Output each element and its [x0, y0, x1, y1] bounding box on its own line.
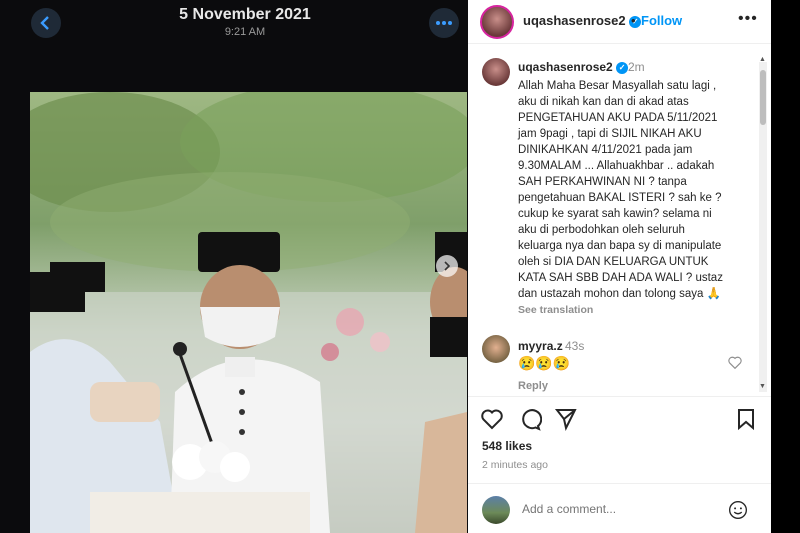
viewer-date: 5 November 2021 [179, 6, 311, 23]
caption-time: 2m [628, 60, 645, 74]
heart-icon[interactable] [480, 407, 504, 431]
posted-time: 2 minutes ago [482, 459, 548, 471]
post-actions [468, 396, 771, 440]
viewer-time: 9:21 AM [224, 26, 266, 38]
comments-list: uqashasenrose2 ✓ 2m Allah Maha Besar Mas… [468, 50, 771, 393]
author-avatar[interactable] [480, 5, 514, 39]
screen: 5 November 2021 9:21 AM uqashasenrose2 ✓… [0, 0, 800, 533]
comments-scrollbar[interactable]: ▲ ▼ [759, 56, 767, 392]
reply-button[interactable]: Reply [518, 380, 548, 392]
comment-username[interactable]: myyra.z [518, 339, 563, 353]
more-icon [436, 21, 452, 25]
comment-text: 😢😢😢 [518, 355, 571, 371]
chevron-right-icon [444, 261, 451, 271]
heart-icon [728, 356, 742, 370]
comment-time: 43s [565, 339, 585, 353]
post-panel: uqashasenrose2 ✓ • Follow ••• uqashasenr… [468, 0, 771, 533]
add-comment-input[interactable] [522, 502, 722, 516]
wedding-photo-illustration [30, 92, 467, 533]
post-header: uqashasenrose2 ✓ • Follow ••• [468, 0, 771, 44]
author-username-text: uqashasenrose2 [523, 13, 626, 28]
comment-like-button[interactable] [728, 356, 742, 372]
see-translation-link[interactable]: See translation [518, 304, 593, 316]
right-margin [771, 0, 800, 533]
scroll-thumb[interactable] [760, 70, 766, 125]
comment-icon[interactable] [518, 407, 542, 431]
author-username[interactable]: uqashasenrose2 ✓ [523, 13, 642, 28]
caption-username-text: uqashasenrose2 [518, 60, 613, 74]
likes-count[interactable]: 548 likes [482, 439, 532, 453]
separator-dot: • [631, 13, 636, 28]
bookmark-icon[interactable] [734, 407, 758, 431]
follow-button[interactable]: Follow [641, 13, 682, 28]
scroll-down-arrow[interactable]: ▼ [759, 383, 766, 390]
verified-icon: ✓ [616, 61, 629, 74]
share-icon[interactable] [554, 407, 578, 431]
emoji-icon[interactable] [728, 500, 748, 520]
scroll-up-arrow[interactable]: ▲ [759, 56, 766, 63]
viewer-avatar [482, 496, 510, 524]
next-photo-button[interactable] [436, 255, 458, 277]
post-options-button[interactable]: ••• [738, 10, 758, 28]
comment-avatar[interactable] [482, 335, 510, 363]
viewer-topbar: 5 November 2021 9:21 AM [0, 0, 468, 92]
add-comment-bar [468, 483, 771, 533]
caption-text: Allah Maha Besar Masyallah satu lagi , a… [518, 80, 723, 300]
image-viewer: 5 November 2021 9:21 AM [0, 0, 468, 533]
caption-username[interactable]: uqashasenrose2 ✓ [518, 60, 629, 74]
post-photo [30, 92, 467, 533]
viewer-more-button[interactable] [429, 8, 459, 38]
caption-avatar[interactable] [482, 58, 510, 86]
